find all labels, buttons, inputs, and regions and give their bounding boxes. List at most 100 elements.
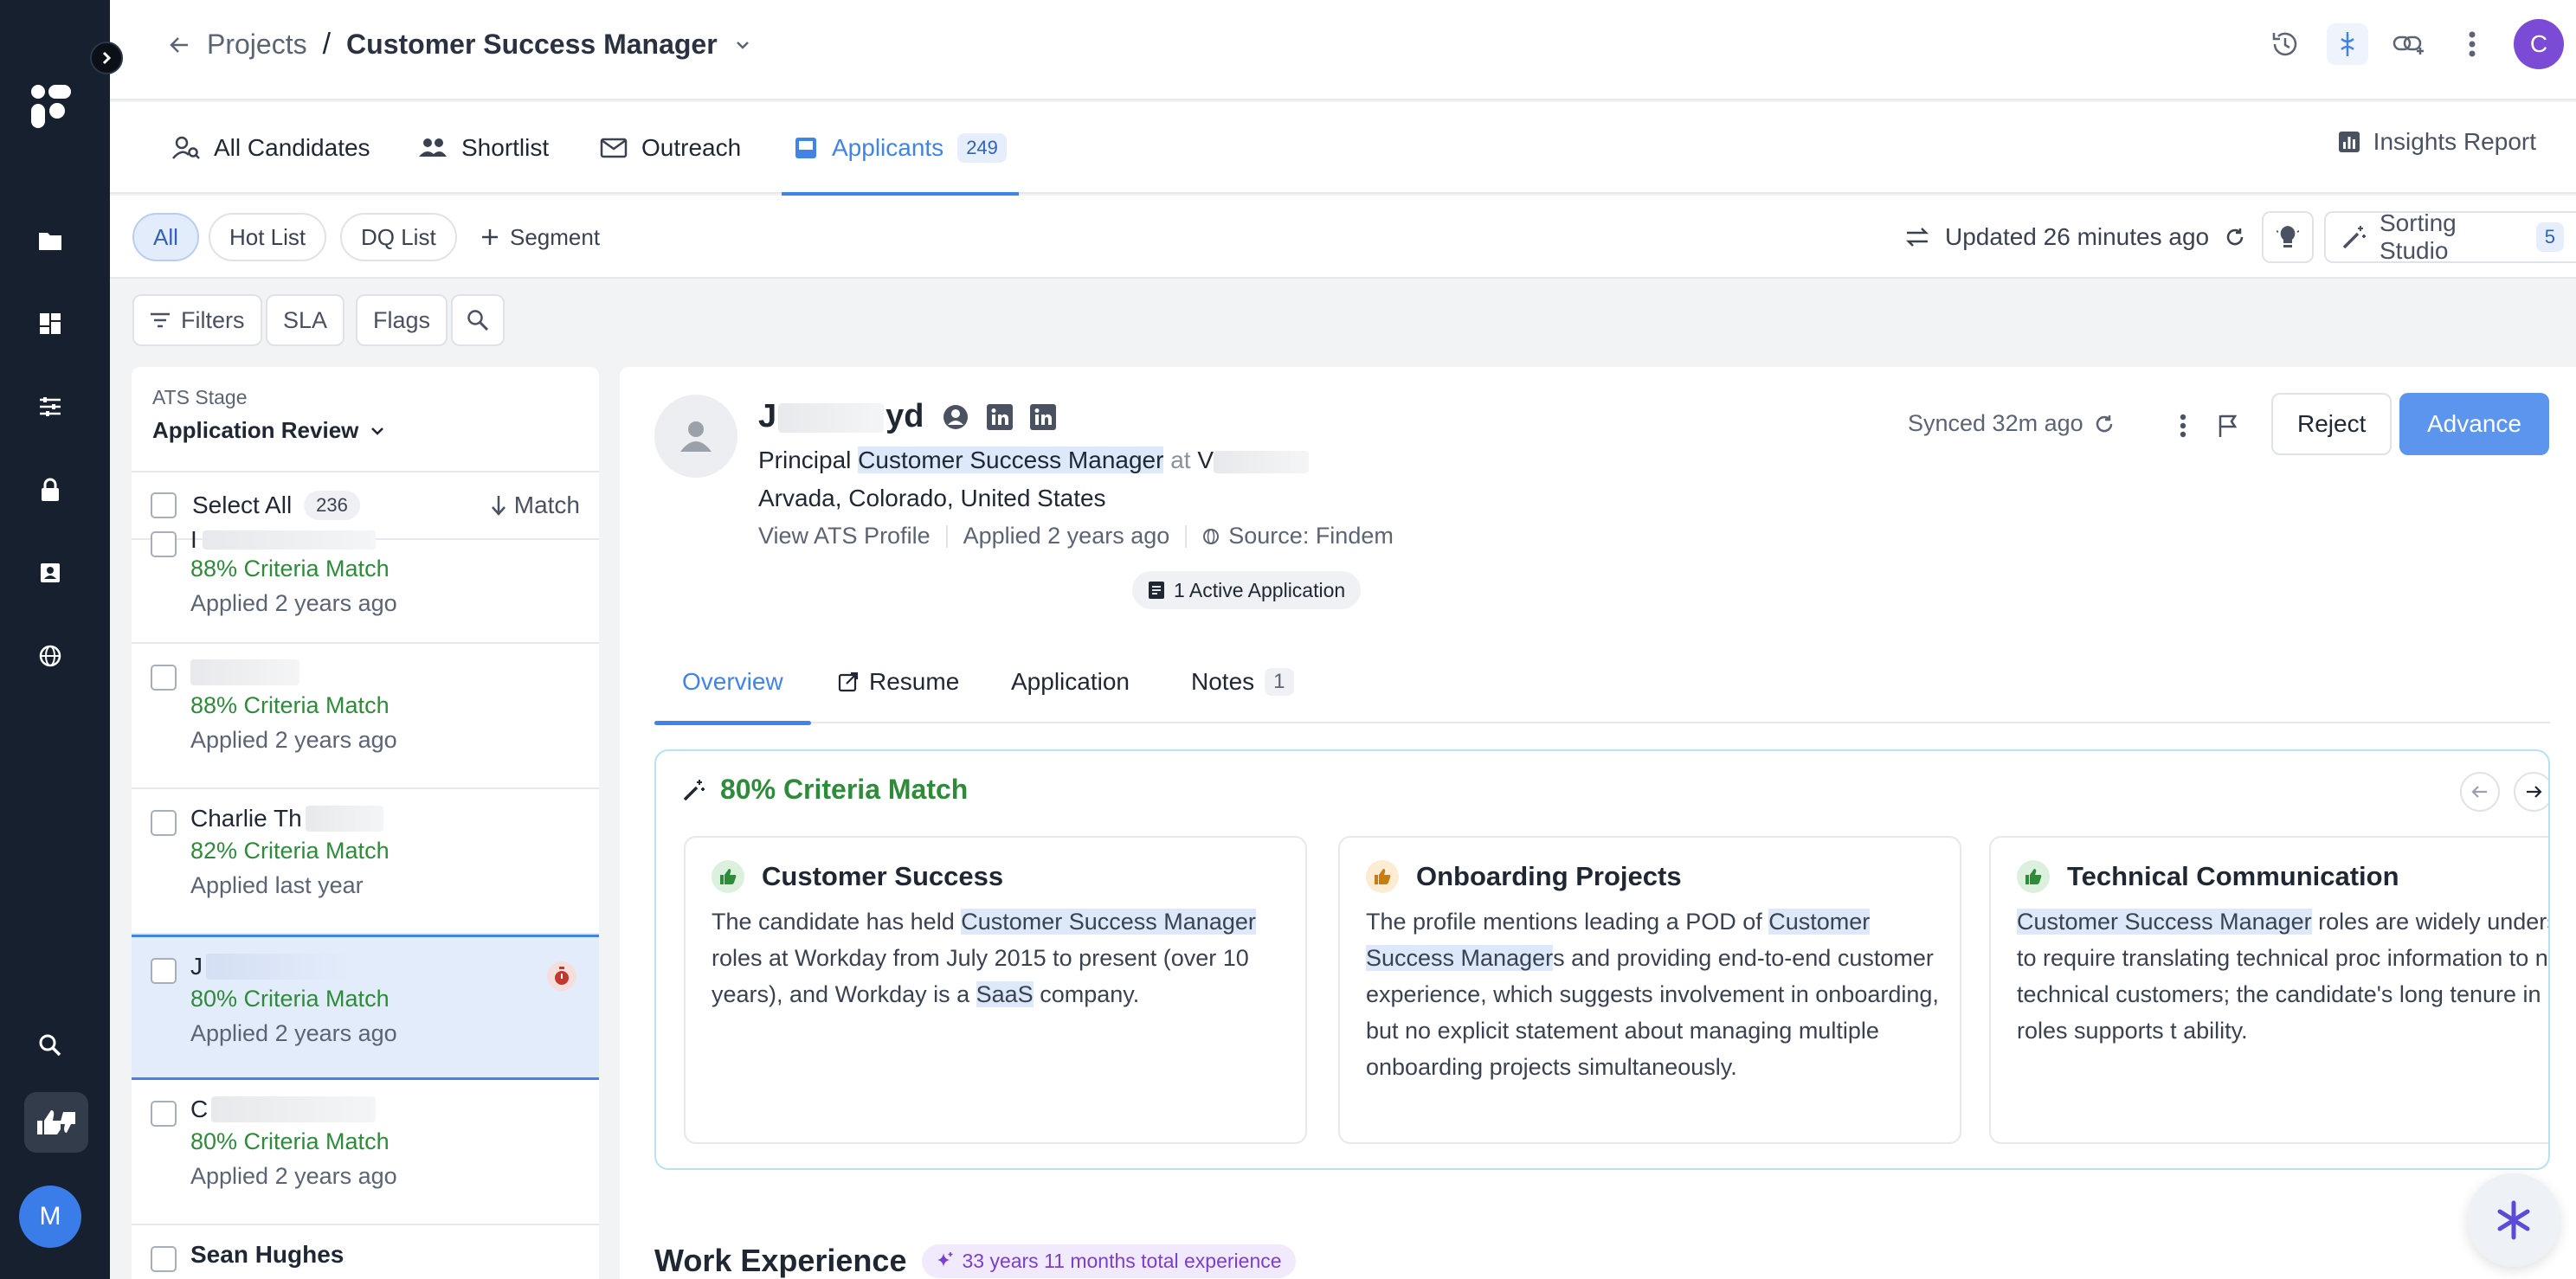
candidate-checkbox[interactable] (151, 810, 177, 836)
work-experience-title: Work Experience (654, 1243, 907, 1278)
dashboard-icon[interactable] (33, 306, 68, 341)
advance-button[interactable]: Advance (2399, 393, 2549, 455)
candidate-match: 88% Criteria Match (190, 692, 390, 718)
lock-icon[interactable] (33, 472, 68, 507)
add-segment-button[interactable]: Segment (480, 213, 600, 261)
tab-applicants[interactable]: Applicants 249 (782, 102, 1019, 196)
criteria-card: Customer Success The candidate has held … (684, 836, 1307, 1144)
criteria-match-panel: 80% Criteria Match Customer Success The … (654, 749, 2550, 1170)
insights-report-button[interactable]: Insights Report (2337, 128, 2536, 156)
sorting-studio-label: Sorting Studio (2380, 209, 2457, 264)
tab-application[interactable]: Application (1011, 640, 1130, 723)
history-icon[interactable] (2264, 23, 2306, 65)
filters-button[interactable]: Filters (132, 294, 262, 346)
thumbs-up-down-icon[interactable] (24, 1092, 88, 1153)
tab-resume[interactable]: Resume (838, 640, 959, 723)
criteria-card-title: Customer Success (762, 861, 1004, 891)
search-icon (467, 309, 489, 331)
more-vertical-icon[interactable] (2451, 23, 2493, 65)
thumbs-up-icon (1366, 860, 1399, 893)
criteria-card-body: Customer Success Manager roles are widel… (2017, 909, 2548, 1044)
applied-date: Applied 2 years ago (963, 523, 1170, 549)
candidate-checkbox[interactable] (151, 1101, 177, 1127)
detail-tabs: Overview Resume Application Notes 1 (654, 640, 2550, 725)
sorting-studio-button[interactable]: Sorting Studio 5 (2324, 209, 2576, 264)
candidate-row[interactable]: Sean Hughes (132, 1225, 599, 1279)
people-icon (418, 138, 448, 158)
plus-icon (480, 228, 499, 247)
candidate-row[interactable]: I 88% Criteria Match Applied 2 years ago (132, 526, 599, 644)
segment-all[interactable]: All (132, 213, 199, 261)
tab-shortlist[interactable]: Shortlist (418, 102, 549, 194)
folder-icon[interactable] (33, 223, 68, 258)
list-search-button[interactable] (451, 294, 505, 346)
candidate-row-selected[interactable]: J 80% Criteria Match Applied 2 years ago (132, 935, 599, 1080)
select-all-label: Select All (192, 492, 293, 518)
breadcrumb-separator: / (322, 28, 332, 61)
expand-rail-chevron-icon[interactable] (90, 42, 123, 74)
tab-overview[interactable]: Overview (654, 640, 811, 725)
candidate-row[interactable]: 88% Criteria Match Applied 2 years ago (132, 644, 599, 789)
project-title[interactable]: Customer Success Manager (346, 29, 718, 61)
chevron-down-icon (369, 422, 386, 440)
tab-outreach[interactable]: Outreach (600, 102, 741, 194)
user-avatar[interactable]: M (19, 1186, 81, 1248)
sliders-icon[interactable] (33, 389, 68, 424)
chevron-down-icon[interactable] (733, 35, 752, 55)
swap-arrows-icon (1905, 227, 1929, 247)
segment-hot-list[interactable]: Hot List (209, 213, 327, 261)
candidate-checkbox[interactable] (151, 665, 177, 691)
candidate-checkbox[interactable] (151, 958, 177, 984)
flags-button[interactable]: Flags (356, 294, 448, 346)
tab-notes[interactable]: Notes 1 (1191, 640, 1294, 723)
criteria-match-title: 80% Criteria Match (682, 774, 968, 806)
globe-icon[interactable] (33, 639, 68, 673)
updated-status: Updated 26 minutes ago (1905, 213, 2245, 261)
refresh-icon[interactable] (2094, 414, 2115, 434)
candidate-meta: View ATS Profile Applied 2 years ago Sou… (758, 523, 1394, 550)
breadcrumb: Projects / Customer Success Manager (167, 28, 752, 61)
back-arrow-icon[interactable] (167, 33, 191, 57)
lightbulb-icon[interactable] (2262, 211, 2314, 263)
candidate-checkbox[interactable] (151, 1246, 177, 1272)
total-experience-chip: 33 years 11 months total experience (922, 1244, 1296, 1278)
mail-icon (600, 138, 628, 158)
notes-count: 1 (1265, 668, 1294, 696)
candidate-row[interactable]: C 80% Criteria Match Applied 2 years ago (132, 1080, 599, 1225)
more-vertical-icon[interactable] (2167, 410, 2199, 441)
select-all-checkbox[interactable] (151, 492, 177, 518)
view-ats-profile-link[interactable]: View ATS Profile (758, 523, 931, 550)
contacts-icon[interactable] (33, 556, 68, 590)
sla-button[interactable]: SLA (266, 294, 345, 346)
ai-sparkle-icon[interactable] (2327, 23, 2368, 65)
profile-circle-icon[interactable] (942, 403, 969, 431)
prev-arrow-icon[interactable] (2460, 772, 2500, 812)
flag-icon[interactable] (2212, 410, 2244, 441)
ats-stage-dropdown[interactable]: Application Review (152, 417, 386, 444)
candidate-checkbox[interactable] (151, 531, 177, 557)
linkedin-icon[interactable] (1029, 403, 1056, 430)
linkedin-icon[interactable] (986, 403, 1013, 430)
share-link-icon[interactable] (2389, 23, 2431, 65)
candidate-row[interactable]: Charlie Th 82% Criteria Match Applied la… (132, 789, 599, 935)
candidate-match: 80% Criteria Match (190, 986, 390, 1012)
next-arrow-icon[interactable] (2514, 772, 2548, 812)
sort-by-match-button[interactable]: Match (490, 492, 580, 519)
projects-link[interactable]: Projects (207, 29, 307, 61)
search-icon[interactable] (33, 1028, 68, 1063)
sla-timer-icon (547, 961, 576, 991)
segment-dq-list[interactable]: DQ List (340, 213, 457, 261)
active-application-chip[interactable]: 1 Active Application (1132, 571, 1362, 609)
assistant-fab-icon[interactable] (2467, 1173, 2560, 1267)
account-avatar[interactable]: C (2514, 19, 2564, 69)
work-experience-header: Work Experience 33 years 11 months total… (654, 1243, 1296, 1279)
top-header: Projects / Customer Success Manager C (110, 0, 2576, 100)
candidate-name: Charlie Th (190, 805, 383, 832)
refresh-icon[interactable] (2225, 227, 2245, 247)
document-icon (1148, 581, 1165, 600)
reject-button[interactable]: Reject (2271, 393, 2392, 455)
findem-logo-icon[interactable] (29, 83, 73, 130)
source-text: Source: Findem (1228, 523, 1394, 549)
arrow-down-icon (490, 494, 507, 517)
tab-all-candidates[interactable]: All Candidates (172, 102, 370, 194)
